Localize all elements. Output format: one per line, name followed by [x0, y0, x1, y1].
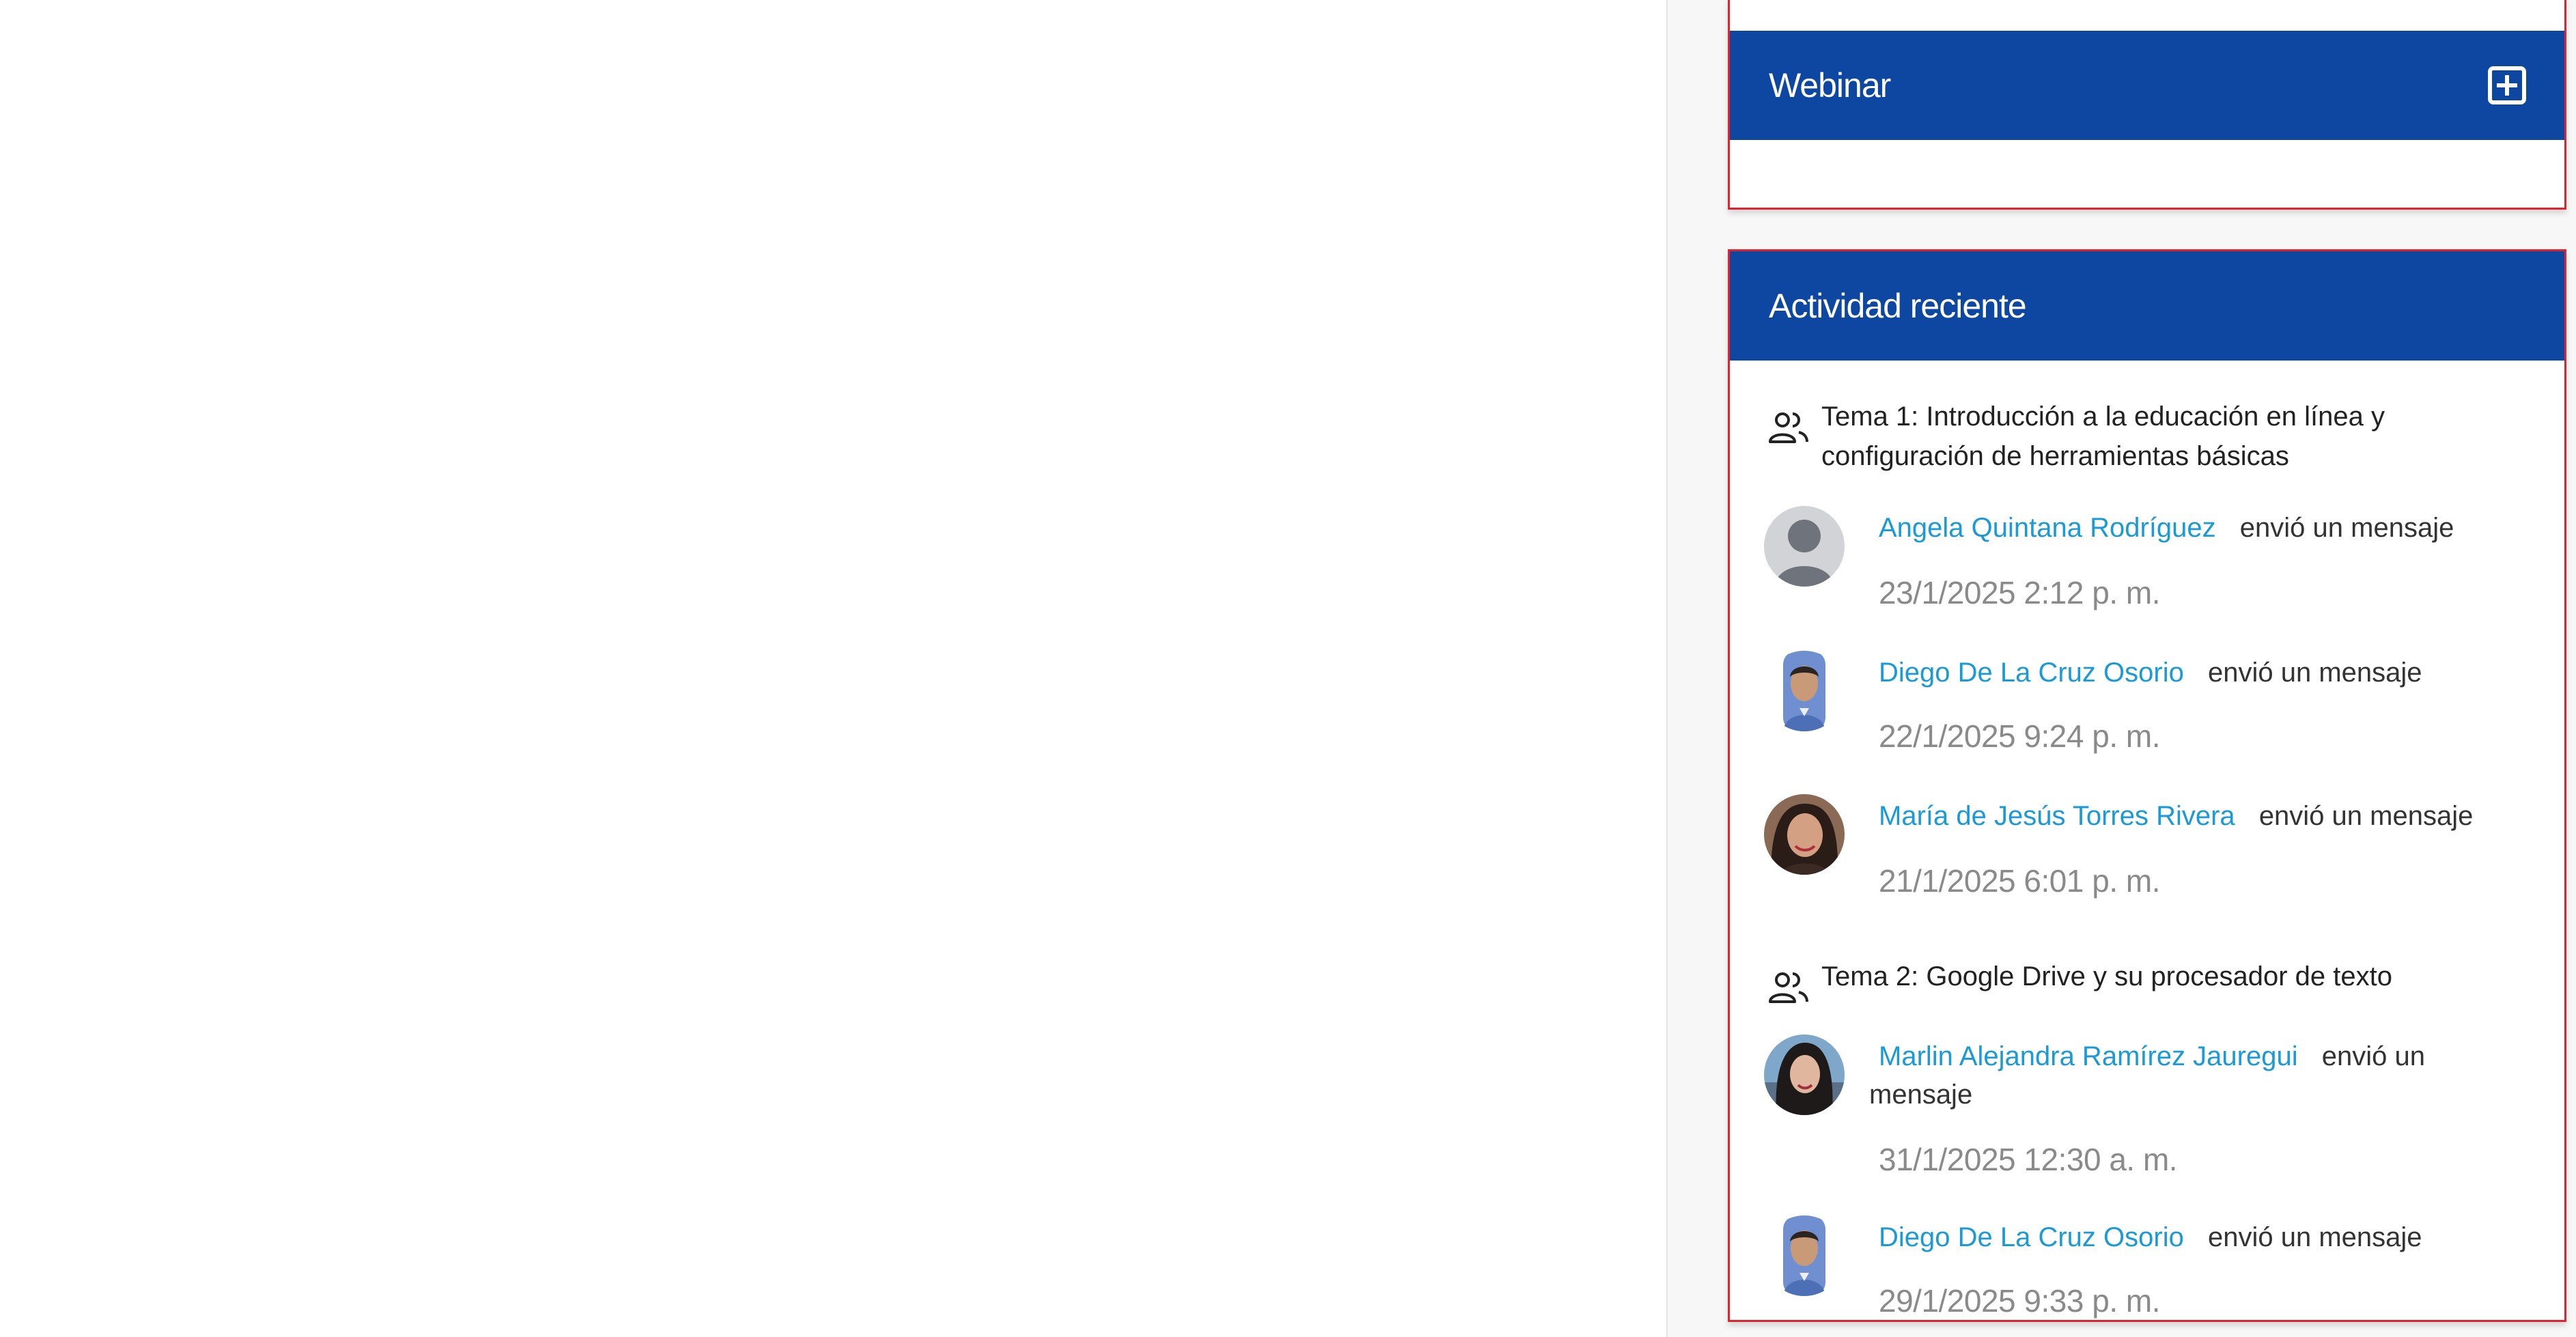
- main-content-area: [0, 0, 1666, 1337]
- activity-timestamp: 22/1/2025 9:24 p. m.: [1879, 718, 2160, 754]
- default-user-avatar: [1764, 506, 1845, 587]
- activity-timestamp: 29/1/2025 9:33 p. m.: [1879, 1283, 2160, 1319]
- activity-timestamp: 21/1/2025 6:01 p. m.: [1879, 863, 2160, 899]
- plus-square-icon[interactable]: [2487, 65, 2528, 106]
- user-photo-avatar: [1764, 651, 1845, 731]
- activity-timestamp: 31/1/2025 12:30 a. m.: [1879, 1142, 2178, 1177]
- user-link[interactable]: Diego De La Cruz Osorio: [1879, 1222, 2184, 1252]
- user-link[interactable]: Marlin Alejandra Ramírez Jauregui: [1879, 1041, 2298, 1071]
- course-heading: Tema 1: Introducción a la educación en l…: [1767, 397, 2546, 476]
- webinar-block: Webinar: [1728, 0, 2566, 210]
- user-photo-avatar: [1764, 1035, 1845, 1115]
- users-icon: [1769, 412, 1808, 443]
- activity-text: María de Jesús Torres Rivera envió un me…: [1879, 797, 2514, 835]
- activity-action: envió un mensaje: [2207, 658, 2422, 688]
- recent-activity-header: Actividad reciente: [1730, 251, 2564, 361]
- webinar-title: Webinar: [1769, 66, 1891, 104]
- users-icon: [1769, 972, 1808, 1003]
- user-link[interactable]: María de Jesús Torres Rivera: [1879, 801, 2235, 831]
- activity-text: Diego De La Cruz Osorio envió un mensaje: [1879, 1218, 2514, 1256]
- activity-timestamp: 23/1/2025 2:12 p. m.: [1879, 575, 2160, 610]
- activity-text: Angela Quintana Rodríguez envió un mensa…: [1879, 509, 2514, 547]
- user-link[interactable]: Diego De La Cruz Osorio: [1879, 658, 2184, 688]
- course-heading: Tema 2: Google Drive y su procesador de …: [1767, 957, 2546, 1006]
- course-title[interactable]: Tema 2: Google Drive y su procesador de …: [1821, 957, 2392, 996]
- activity-text: Diego De La Cruz Osorio envió un mensaje: [1879, 653, 2514, 692]
- webinar-header: Webinar: [1730, 31, 2564, 140]
- user-photo-avatar: [1764, 1215, 1845, 1296]
- activity-action: envió un mensaje: [2207, 1222, 2422, 1252]
- recent-activity-block: Actividad reciente Tema 1: Introducción …: [1728, 249, 2566, 1322]
- user-photo-avatar: [1764, 794, 1845, 875]
- course-title[interactable]: Tema 1: Introducción a la educación en l…: [1821, 397, 2546, 476]
- activity-text: Marlin Alejandra Ramírez Jauregui envió …: [1869, 1037, 2504, 1114]
- activity-action: envió un mensaje: [2258, 801, 2474, 831]
- recent-activity-title: Actividad reciente: [1769, 287, 2027, 325]
- user-link[interactable]: Angela Quintana Rodríguez: [1879, 513, 2216, 543]
- activity-action: envió un mensaje: [2239, 513, 2454, 543]
